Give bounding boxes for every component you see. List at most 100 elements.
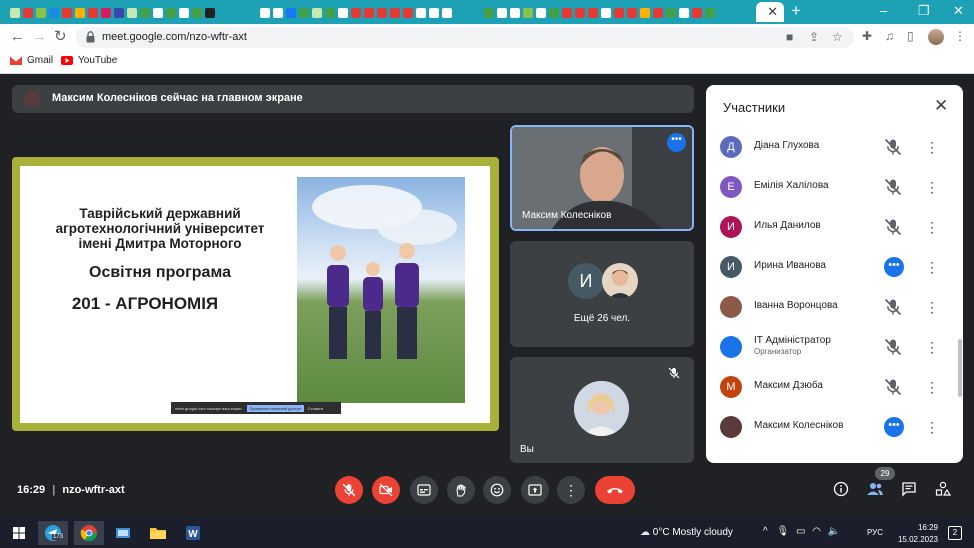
lock-icon[interactable]: [86, 31, 95, 43]
activities-icon: [935, 481, 952, 496]
more-options-button[interactable]: ⋮: [557, 476, 585, 504]
taskbar-app[interactable]: [108, 521, 138, 545]
self-tile[interactable]: Вы: [510, 357, 694, 463]
tab-group-1[interactable]: [2, 2, 252, 22]
tab-group-2[interactable]: [254, 2, 476, 22]
tray-wifi-icon[interactable]: ◠: [812, 526, 821, 537]
meeting-info-button[interactable]: [833, 481, 849, 502]
back-icon[interactable]: ←: [10, 28, 25, 46]
tab-group-3[interactable]: [478, 2, 754, 22]
participant-avatar: И: [720, 256, 742, 278]
taskbar-explorer[interactable]: [143, 521, 173, 545]
participant-more-icon[interactable]: ⋮: [925, 418, 939, 436]
participant-row[interactable]: IT Адміністратор Организатор ⋮: [706, 329, 963, 369]
chrome-menu-icon[interactable]: ⋮: [954, 29, 966, 43]
present-button[interactable]: [521, 476, 549, 504]
close-tab-icon[interactable]: ✕: [767, 5, 778, 19]
url-text[interactable]: meet.google.com/nzo-wftr-axt: [102, 31, 247, 43]
taskbar-time[interactable]: 16:29: [898, 523, 938, 532]
taskbar-word[interactable]: W: [178, 521, 208, 545]
participants-panel: Участники ✕ Д Діана Глухова ⋮ Е Емілія Халіл…: [706, 85, 963, 463]
participant-mic-off-icon[interactable]: [884, 298, 902, 316]
participant-row[interactable]: И Ирина Иванова ••• ⋮: [706, 249, 963, 289]
raise-hand-button[interactable]: [447, 476, 475, 504]
weather-widget[interactable]: ☁ 0°C Mostly cloudy: [640, 527, 733, 538]
participant-row[interactable]: Е Емілія Халілова ⋮: [706, 169, 963, 209]
close-panel-icon[interactable]: ✕: [934, 97, 948, 115]
meeting-time: 16:29: [17, 484, 46, 496]
participant-mic-off-icon[interactable]: [884, 138, 902, 156]
panel-title: Участники: [723, 100, 786, 115]
participant-more-icon[interactable]: ⋮: [925, 378, 939, 396]
tray-volume-icon[interactable]: 🔈: [828, 526, 840, 537]
share-icon[interactable]: ⇪: [809, 30, 819, 44]
minimize-button[interactable]: –: [880, 3, 887, 19]
presenting-banner: Максим Колесніков сейчас на главном экра…: [12, 85, 694, 113]
bookmark-youtube[interactable]: YouTube: [61, 55, 117, 66]
participant-row[interactable]: М Максим Дзюба ⋮: [706, 369, 963, 409]
participant-more-icon[interactable]: ⋮: [925, 338, 939, 356]
forward-icon[interactable]: →: [32, 28, 47, 46]
notifications-icon[interactable]: 2: [948, 526, 962, 540]
participant-mic-off-icon[interactable]: [884, 378, 902, 396]
media-icon[interactable]: ♫: [885, 29, 894, 43]
hide-notice-button: Сховати: [307, 405, 324, 411]
start-button[interactable]: [4, 521, 34, 545]
tab-strip: ✕ + – ❐ ✕: [0, 0, 974, 24]
participant-mic-off-icon[interactable]: [884, 338, 902, 356]
participant-name: Максим Дзюба: [754, 380, 823, 391]
bookmark-gmail[interactable]: Gmail: [10, 55, 53, 66]
others-tile[interactable]: И Ещё 26 чел.: [510, 241, 694, 347]
participant-name: Максим Колесніков: [754, 420, 844, 431]
extensions-icon[interactable]: ✚: [862, 29, 872, 43]
camera-off-button[interactable]: [372, 476, 400, 504]
participant-row[interactable]: Максим Колесніков ••• ⋮: [706, 409, 963, 449]
tray-network-icon[interactable]: ▭: [796, 526, 805, 537]
self-name-label: Вы: [520, 444, 534, 455]
participant-row[interactable]: Д Діана Глухова ⋮: [706, 129, 963, 169]
participant-more-icon[interactable]: ⋮: [925, 258, 939, 276]
presenter-name-label: Максим Колесніков: [522, 210, 612, 221]
self-avatar: [574, 381, 629, 436]
mic-off-button[interactable]: [335, 476, 363, 504]
participant-row[interactable]: И Илья Данилов ⋮: [706, 209, 963, 249]
reload-icon[interactable]: ↻: [54, 28, 67, 46]
tray-mic-icon[interactable]: 🎙: [776, 526, 789, 537]
leave-call-button[interactable]: [595, 476, 635, 504]
tray-chevron-icon[interactable]: ^: [763, 526, 768, 537]
others-count-label: Ещё 26 чел.: [573, 313, 631, 324]
chat-button[interactable]: [901, 481, 917, 502]
presenter-more-icon[interactable]: •••: [667, 133, 686, 152]
taskbar-chrome[interactable]: [74, 521, 104, 545]
share-notice-text: meet.google.com показує ваш екран.: [175, 405, 243, 411]
reactions-button[interactable]: [483, 476, 511, 504]
address-bar[interactable]: meet.google.com/nzo-wftr-axt ■ ⇪ ☆: [76, 27, 854, 48]
bookmark-star-icon[interactable]: ☆: [832, 30, 843, 44]
participant-more-icon[interactable]: ⋮: [925, 298, 939, 316]
telegram-badge: 173: [52, 534, 65, 540]
presenter-avatar: [24, 91, 40, 107]
close-window-button[interactable]: ✕: [953, 3, 964, 19]
participant-row[interactable]: Іванна Воронцова ⋮: [706, 289, 963, 329]
new-tab-button[interactable]: +: [791, 2, 801, 20]
presenter-video-tile[interactable]: Максим Колесніков •••: [510, 125, 694, 231]
participant-more-icon[interactable]: ⋮: [925, 138, 939, 156]
captions-button[interactable]: [410, 476, 438, 504]
active-tab-meet[interactable]: ✕: [756, 2, 784, 22]
profile-avatar[interactable]: [928, 29, 944, 45]
maximize-button[interactable]: ❐: [918, 3, 930, 19]
participant-mic-off-icon[interactable]: [884, 218, 902, 236]
presentation-tile[interactable]: Таврійський державний агротехнологічний …: [12, 157, 499, 431]
language-indicator[interactable]: РУС: [867, 528, 883, 537]
camera-permission-icon[interactable]: ■: [786, 30, 793, 44]
activities-button[interactable]: [935, 481, 952, 502]
participant-mic-off-icon[interactable]: [884, 178, 902, 196]
windows-logo-icon: [13, 527, 25, 539]
participant-more-icon[interactable]: ⋮: [925, 218, 939, 236]
panel-scrollbar[interactable]: [958, 339, 962, 397]
sidepanel-icon[interactable]: ▯: [907, 29, 914, 43]
taskbar-telegram[interactable]: 173: [38, 521, 68, 545]
taskbar-date[interactable]: 15.02.2023: [893, 535, 938, 544]
people-button[interactable]: [866, 481, 884, 502]
participant-more-icon[interactable]: ⋮: [925, 178, 939, 196]
